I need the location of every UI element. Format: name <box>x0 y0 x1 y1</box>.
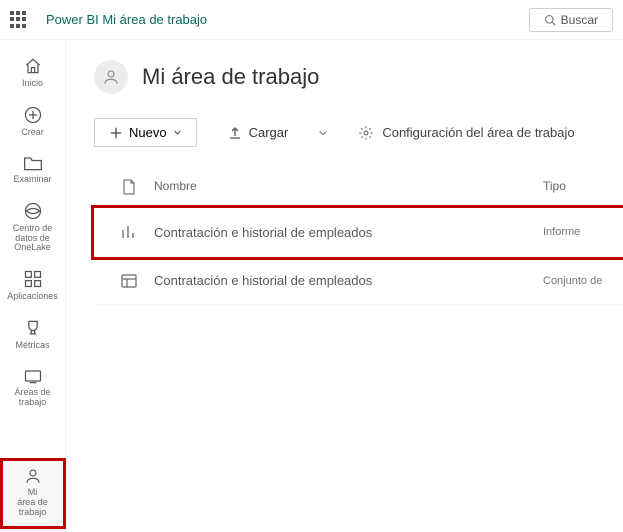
left-nav: Inicio Crear Examinar Centro de datos de… <box>0 40 66 532</box>
new-button[interactable]: Nuevo <box>94 118 197 147</box>
workspaces-icon <box>23 367 43 385</box>
row-name: Contratación e historial de empleados <box>154 273 543 288</box>
table-row[interactable]: Contratación e historial de empleados In… <box>94 208 623 257</box>
nav-my-workspace[interactable]: Mi área de trabajo <box>3 461 63 526</box>
trophy-icon <box>23 318 43 338</box>
upload-icon <box>227 125 243 141</box>
person-icon <box>24 467 42 485</box>
report-icon <box>120 224 138 240</box>
dataset-icon <box>121 274 137 288</box>
gear-icon <box>358 125 374 141</box>
search-button[interactable]: Buscar <box>529 8 613 32</box>
breadcrumb[interactable]: Power BI Mi área de trabajo <box>46 12 207 27</box>
plus-circle-icon <box>23 105 43 125</box>
nav-home[interactable]: Inicio <box>3 50 63 97</box>
nav-metrics[interactable]: Métricas <box>3 312 63 359</box>
plus-icon <box>109 126 123 140</box>
folder-icon <box>23 154 43 172</box>
upload-button[interactable]: Cargar <box>227 125 289 141</box>
row-type: Informe <box>543 226 613 238</box>
page-title: Mi área de trabajo <box>142 64 319 90</box>
home-icon <box>23 56 43 76</box>
table-header: Nombre Tipo <box>94 179 623 208</box>
toolbar: Nuevo Cargar Configuración del área de t… <box>94 118 623 147</box>
search-label: Buscar <box>561 13 598 27</box>
apps-icon <box>23 269 43 289</box>
header-name[interactable]: Nombre <box>154 179 543 195</box>
workspace-avatar <box>94 60 128 94</box>
header-icon <box>104 179 154 195</box>
workspace-settings-button[interactable]: Configuración del área de trabajo <box>358 125 574 141</box>
content-table: Nombre Tipo Contratación e historial de … <box>94 179 623 305</box>
main-content: Mi área de trabajo Nuevo Cargar Configur… <box>66 40 623 532</box>
onelake-icon <box>23 201 43 221</box>
workspace-header: Mi área de trabajo <box>94 60 623 94</box>
nav-workspaces[interactable]: Áreas de trabajo <box>3 361 63 416</box>
top-bar: Power BI Mi área de trabajo Buscar <box>0 0 623 40</box>
nav-onelake[interactable]: Centro de datos de OneLake <box>3 195 63 262</box>
chevron-down-icon <box>173 128 182 137</box>
nav-browse[interactable]: Examinar <box>3 148 63 193</box>
search-icon <box>544 14 556 26</box>
row-name: Contratación e historial de empleados <box>154 225 543 240</box>
app-launcher-icon[interactable] <box>10 11 28 29</box>
person-icon <box>102 68 120 86</box>
nav-apps[interactable]: Aplicaciones <box>3 263 63 310</box>
file-icon <box>122 179 136 195</box>
nav-create[interactable]: Crear <box>3 99 63 146</box>
row-type: Conjunto de <box>543 275 613 287</box>
table-row[interactable]: Contratación e historial de empleados Co… <box>94 257 623 305</box>
chevron-down-icon <box>318 128 328 138</box>
upload-chevron[interactable] <box>318 128 328 138</box>
header-type[interactable]: Tipo <box>543 179 613 195</box>
